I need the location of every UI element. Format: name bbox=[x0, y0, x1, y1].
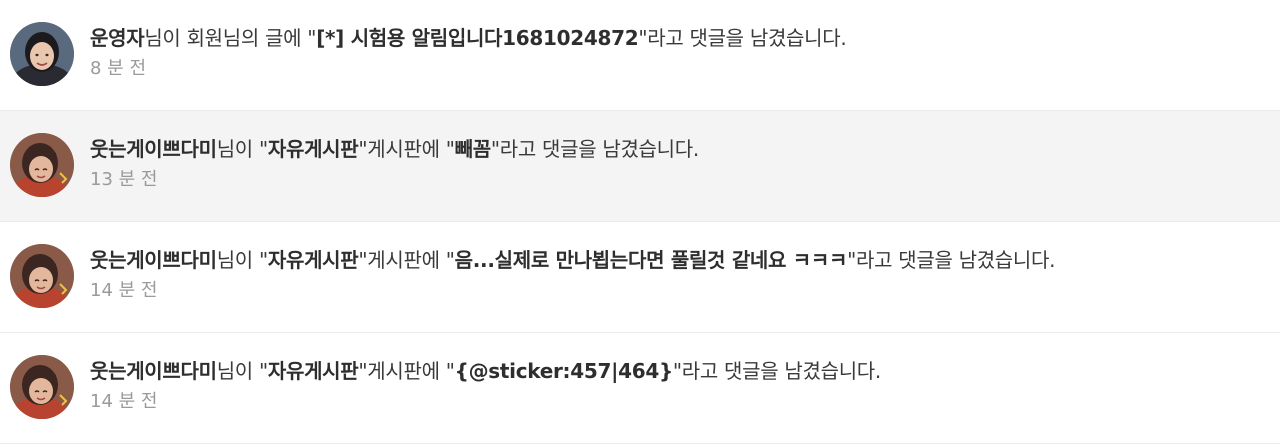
message-text: "라고 댓글을 남겼습니다. bbox=[672, 359, 881, 383]
notification-message: 웃는게이쁘다미님이 "자유게시판"게시판에 "음...실제로 만나뵙는다면 풀릴… bbox=[90, 247, 1055, 273]
profile-photo-icon bbox=[10, 22, 74, 86]
comment-text[interactable]: {@sticker:457|464} bbox=[455, 359, 674, 383]
actor-name[interactable]: 웃는게이쁘다미 bbox=[90, 248, 217, 272]
message-text: 님이 회원님의 글에 " bbox=[144, 26, 317, 50]
message-text: "게시판에 " bbox=[358, 248, 455, 272]
notification-item[interactable]: 웃는게이쁘다미님이 "자유게시판"게시판에 "음...실제로 만나뵙는다면 풀릴… bbox=[0, 222, 1280, 333]
message-text: "라고 댓글을 남겼습니다. bbox=[638, 26, 847, 50]
notification-item[interactable]: 운영자님이 회원님의 글에 "[*] 시험용 알림입니다1681024872"라… bbox=[0, 0, 1280, 111]
avatar[interactable] bbox=[10, 133, 74, 197]
message-text: "게시판에 " bbox=[358, 359, 455, 383]
notification-message: 운영자님이 회원님의 글에 "[*] 시험용 알림입니다1681024872"라… bbox=[90, 25, 847, 51]
notification-item[interactable]: 웃는게이쁘다미님이 "자유게시판"게시판에 "{@sticker:457|464… bbox=[0, 333, 1280, 444]
message-text: "라고 댓글을 남겼습니다. bbox=[490, 137, 699, 161]
comment-text[interactable]: [*] 시험용 알림입니다1681024872 bbox=[316, 26, 638, 50]
board-name[interactable]: 자유게시판 bbox=[268, 137, 359, 161]
message-text: "라고 댓글을 남겼습니다. bbox=[847, 248, 1056, 272]
timestamp: 8 분 전 bbox=[90, 58, 147, 79]
message-text: 님이 " bbox=[216, 248, 268, 272]
notification-item[interactable]: 웃는게이쁘다미님이 "자유게시판"게시판에 "빼꼼"라고 댓글을 남겼습니다. … bbox=[0, 111, 1280, 222]
comment-text[interactable]: 빼꼼 bbox=[455, 137, 492, 161]
message-text: 님이 " bbox=[216, 359, 268, 383]
profile-photo-icon bbox=[10, 244, 74, 308]
avatar[interactable] bbox=[10, 22, 74, 86]
notification-list: 운영자님이 회원님의 글에 "[*] 시험용 알림입니다1681024872"라… bbox=[0, 0, 1280, 444]
board-name[interactable]: 자유게시판 bbox=[268, 359, 359, 383]
notification-message: 웃는게이쁘다미님이 "자유게시판"게시판에 "{@sticker:457|464… bbox=[90, 358, 881, 384]
timestamp: 14 분 전 bbox=[90, 280, 158, 301]
message-text: "게시판에 " bbox=[358, 137, 455, 161]
profile-photo-icon bbox=[10, 355, 74, 419]
actor-name[interactable]: 웃는게이쁘다미 bbox=[90, 137, 217, 161]
message-text: 님이 " bbox=[216, 137, 268, 161]
board-name[interactable]: 자유게시판 bbox=[268, 248, 359, 272]
timestamp: 13 분 전 bbox=[90, 169, 158, 190]
actor-name[interactable]: 운영자 bbox=[90, 26, 145, 50]
comment-text[interactable]: 음...실제로 만나뵙는다면 풀릴것 같네요 ㅋㅋㅋ bbox=[455, 248, 848, 272]
timestamp: 14 분 전 bbox=[90, 391, 158, 412]
avatar[interactable] bbox=[10, 355, 74, 419]
notification-message: 웃는게이쁘다미님이 "자유게시판"게시판에 "빼꼼"라고 댓글을 남겼습니다. bbox=[90, 136, 699, 162]
actor-name[interactable]: 웃는게이쁘다미 bbox=[90, 359, 217, 383]
avatar[interactable] bbox=[10, 244, 74, 308]
profile-photo-icon bbox=[10, 133, 74, 197]
